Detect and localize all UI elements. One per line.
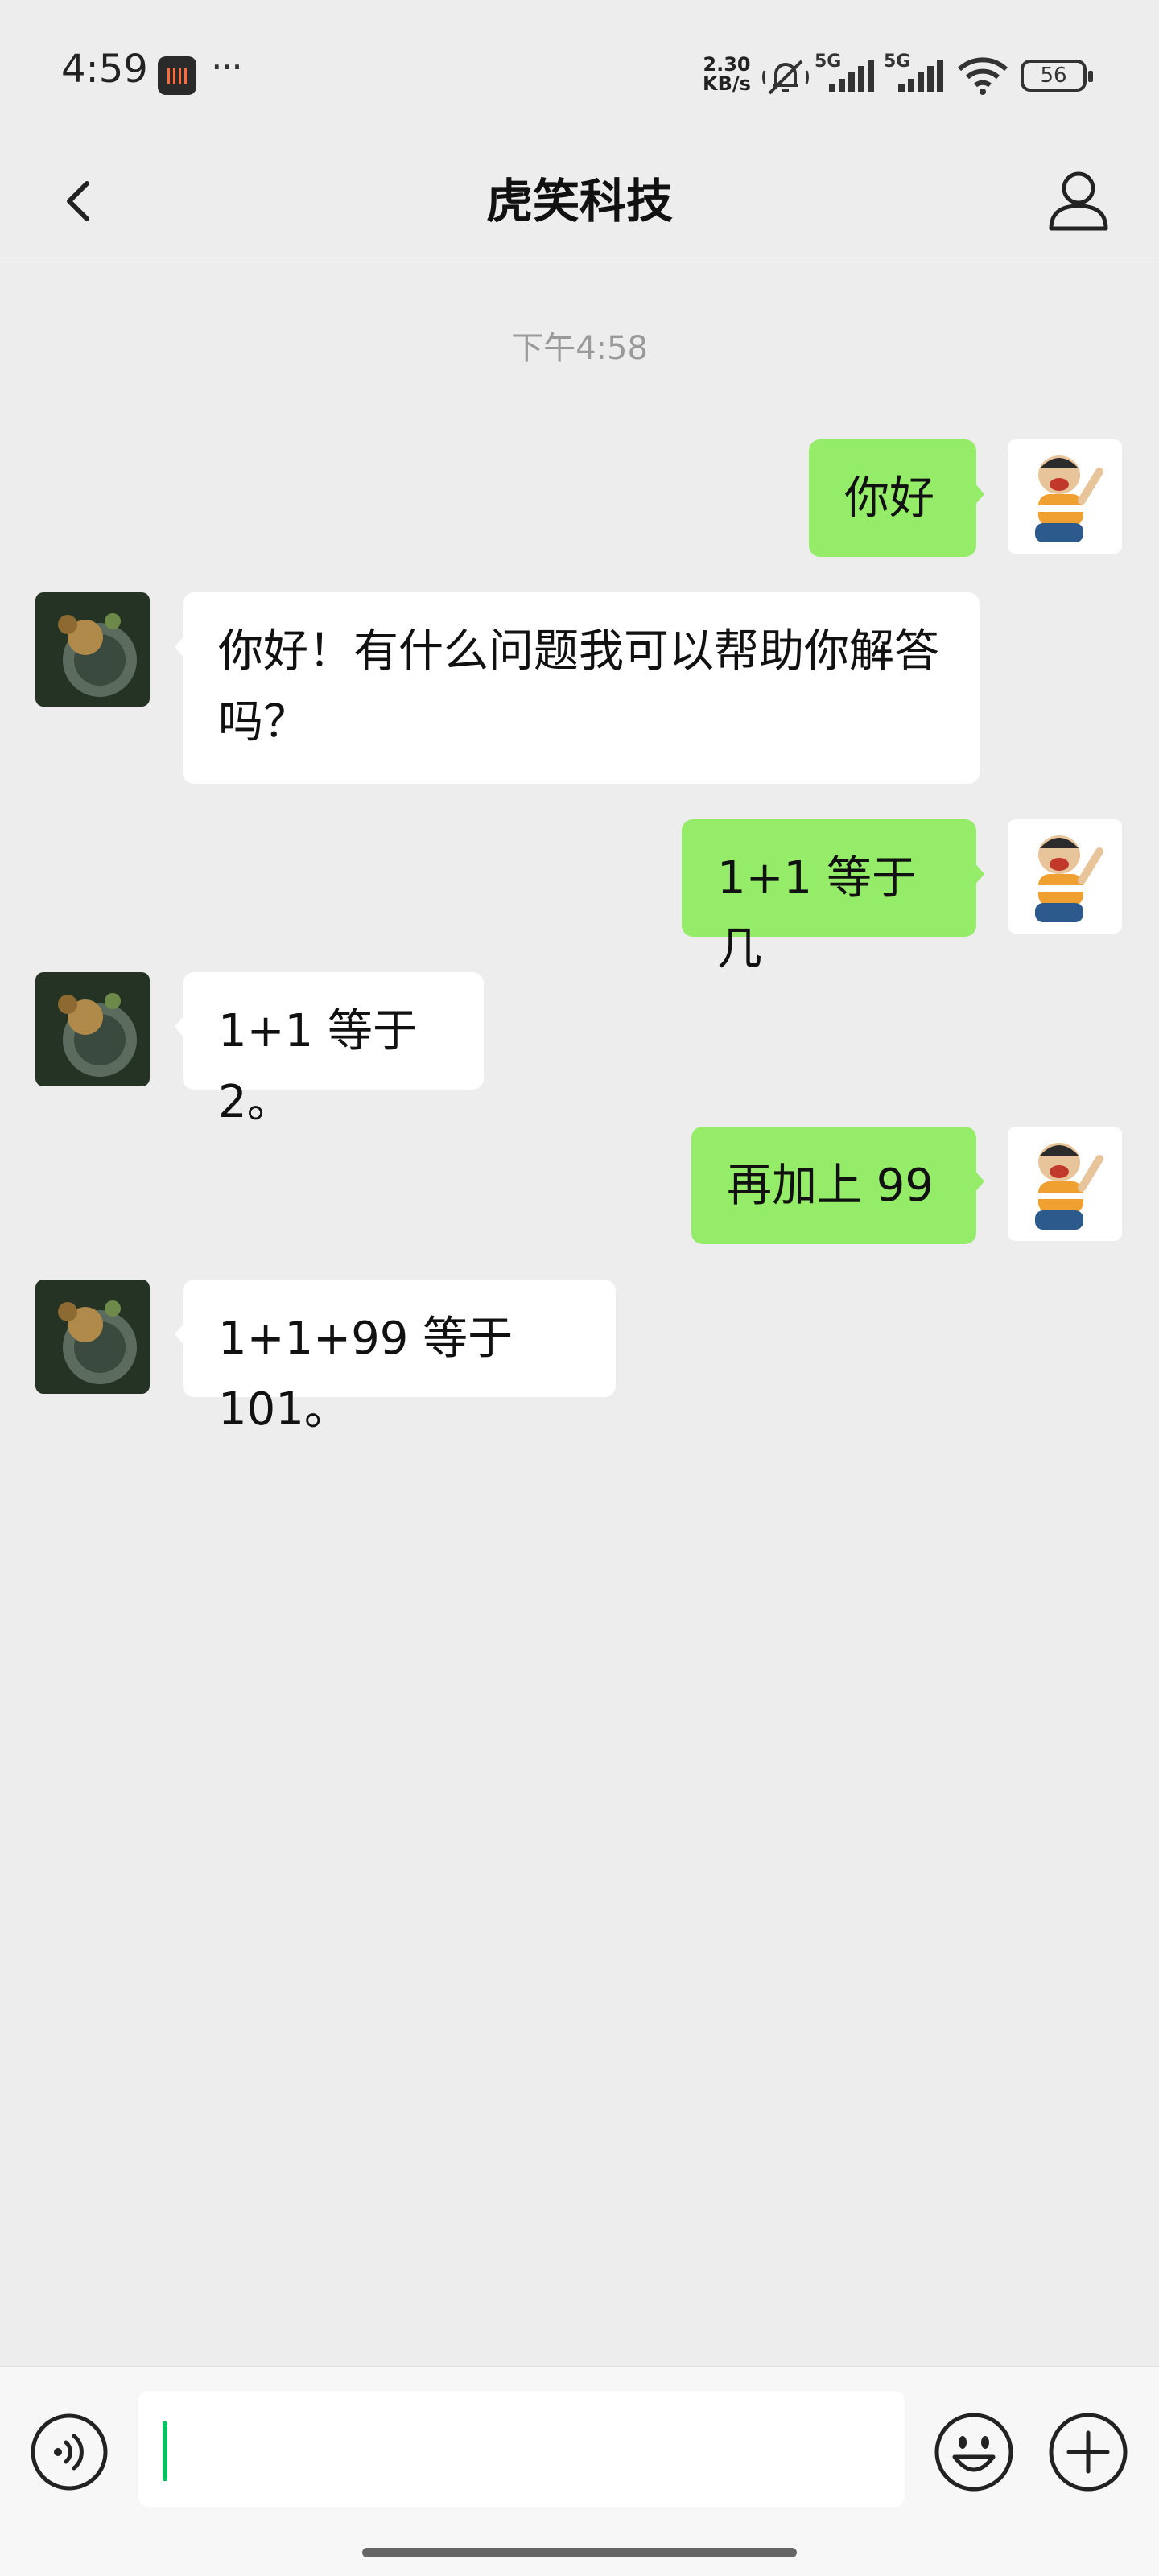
input-bar (0, 2366, 1159, 2576)
message-text: 你好！有什么问题我可以帮助你解答吗？ (218, 625, 939, 748)
cartoon-avatar-icon (1008, 439, 1122, 554)
game-scene-avatar-icon (35, 1280, 150, 1394)
avatar[interactable] (35, 972, 150, 1086)
more-dots-icon: ··· (211, 45, 243, 89)
cartoon-avatar-icon (1008, 1127, 1122, 1241)
wifi-icon (957, 57, 1008, 95)
voice-icon[interactable] (29, 2412, 109, 2492)
avatar[interactable] (1008, 819, 1122, 934)
avatar[interactable] (35, 592, 150, 707)
message-text: 1+1+99 等于 101。 (218, 1313, 514, 1436)
net-speed-value: 2.30 (703, 53, 751, 76)
message-bubble-received[interactable]: 1+1+99 等于 101。 (175, 1280, 616, 1436)
signal-icon (829, 60, 874, 92)
message-bubble-sent[interactable]: 再加上 99 (691, 1127, 984, 1244)
message-bubble-sent[interactable]: 1+1 等于几 (682, 819, 984, 975)
home-indicator[interactable] (362, 2548, 797, 2557)
message-text: 你好 (844, 472, 934, 525)
avatar[interactable] (1008, 1127, 1122, 1241)
battery-level: 56 (1040, 64, 1067, 88)
net-speed: 2.30 KB/s (699, 55, 755, 93)
net-speed-unit: KB/s (703, 72, 751, 95)
message-bubble-received[interactable]: 你好！有什么问题我可以帮助你解答吗？ (175, 592, 980, 784)
game-scene-avatar-icon (35, 972, 150, 1086)
signal-icon (898, 60, 943, 92)
status-bar: 4:59 ··· 2.30 KB/s 5G 5G 56 (0, 0, 1159, 145)
avatar[interactable] (1008, 439, 1122, 554)
message-input[interactable] (138, 2391, 905, 2507)
emoji-icon[interactable] (932, 2410, 1016, 2494)
chevron-left-icon[interactable] (40, 161, 121, 241)
message-text: 再加上 99 (727, 1160, 934, 1212)
message-text: 1+1 等于 2。 (218, 1005, 418, 1128)
message-text: 1+1 等于几 (717, 852, 917, 975)
game-scene-avatar-icon (35, 592, 150, 707)
mute-bell-icon (762, 60, 809, 95)
message-timestamp: 下午4:58 (511, 330, 648, 367)
recorder-icon (158, 56, 196, 95)
message-bubble-received[interactable]: 1+1 等于 2。 (175, 972, 484, 1128)
avatar[interactable] (35, 1280, 150, 1394)
chat-header: 虎笑科技 (0, 145, 1159, 258)
person-icon[interactable] (1038, 161, 1119, 241)
cartoon-avatar-icon (1008, 819, 1122, 934)
plus-icon[interactable] (1046, 2410, 1130, 2494)
status-time: 4:59 (61, 47, 148, 92)
text-caret (163, 2421, 167, 2481)
battery-icon: 56 (1021, 60, 1093, 92)
message-bubble-sent[interactable]: 你好 (809, 439, 984, 557)
chat-title: 虎笑科技 (485, 174, 673, 229)
